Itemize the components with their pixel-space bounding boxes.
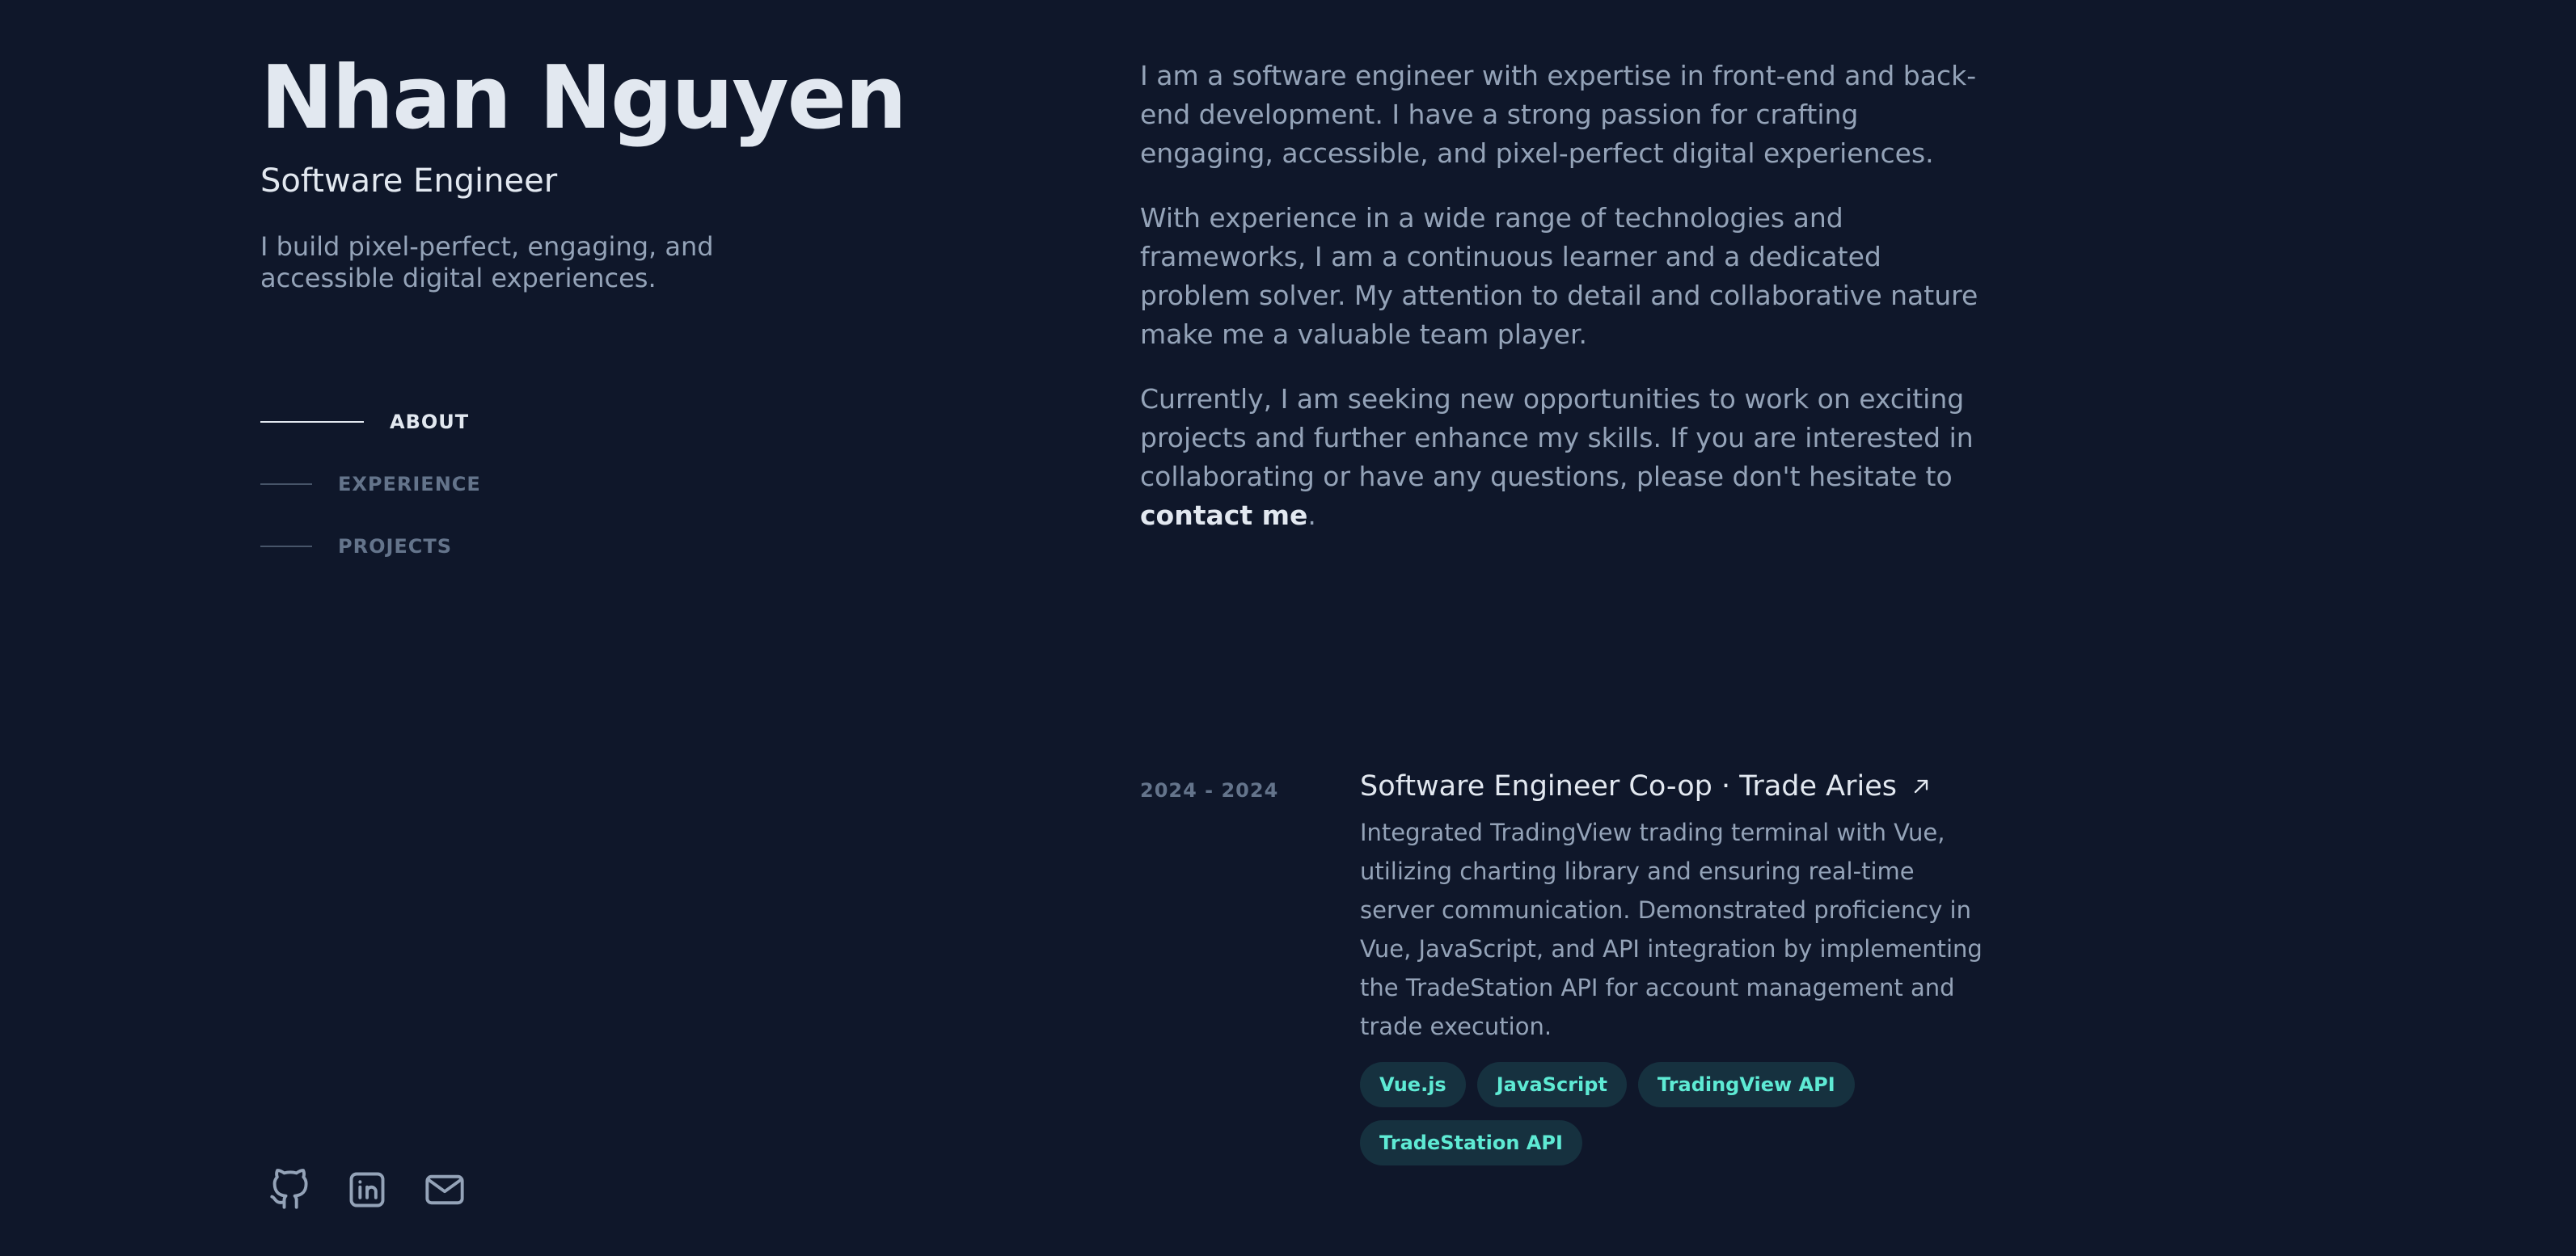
about-paragraph: With experience in a wide range of techn… <box>1140 202 1978 350</box>
tech-tag: TradeStation API <box>1360 1120 1582 1165</box>
nav-indicator-line <box>260 483 312 485</box>
experience-title: Software Engineer Co-op · Trade Aries <box>1360 770 1897 803</box>
page-title: Nhan Nguyen <box>260 48 907 149</box>
social-links <box>267 1169 500 1214</box>
about-paragraph: I am a software engineer with expertise … <box>1140 60 1977 169</box>
experience-body: Software Engineer Co-op · Trade Aries In… <box>1360 765 1991 1178</box>
arrow-up-right-icon <box>1914 779 1928 794</box>
github-link[interactable] <box>267 1169 312 1214</box>
nav-indicator-line <box>260 546 312 547</box>
tech-tags: Vue.js JavaScript TradingView API TradeS… <box>1360 1062 1942 1178</box>
about-paragraph-end: . <box>1307 499 1316 531</box>
about-section: I am a software engineer with expertise … <box>1140 57 1997 561</box>
experience-date: 2024 - 2024 <box>1140 779 1279 802</box>
tech-tag: JavaScript <box>1476 1062 1627 1107</box>
nav-item-about[interactable]: ABOUT <box>260 406 481 438</box>
nav-item-projects[interactable]: PROJECTS <box>260 530 481 563</box>
nav-item-label: EXPERIENCE <box>338 473 481 495</box>
tech-tag: Vue.js <box>1360 1062 1466 1107</box>
tech-tag: TradingView API <box>1637 1062 1855 1107</box>
contact-link[interactable]: contact me <box>1140 499 1307 531</box>
email-link[interactable] <box>422 1169 467 1214</box>
mail-icon <box>424 1169 466 1214</box>
nav-item-label: PROJECTS <box>338 535 453 558</box>
section-nav: ABOUT EXPERIENCE PROJECTS <box>260 406 481 592</box>
hero-header: Nhan Nguyen Software Engineer I build pi… <box>260 48 907 294</box>
about-paragraph-text: Currently, I am seeking new opportunitie… <box>1140 383 1974 492</box>
nav-item-experience[interactable]: EXPERIENCE <box>260 468 481 500</box>
experience-title-link[interactable]: Software Engineer Co-op · Trade Aries <box>1360 765 1991 808</box>
tagline: I build pixel-perfect, engaging, and acc… <box>260 231 714 294</box>
about-paragraph: Currently, I am seeking new opportunitie… <box>1140 380 1997 535</box>
linkedin-icon <box>346 1169 388 1214</box>
linkedin-link[interactable] <box>344 1169 390 1214</box>
github-icon <box>268 1169 310 1214</box>
nav-indicator-line <box>260 421 364 423</box>
job-title: Software Engineer <box>260 162 558 200</box>
nav-item-label: ABOUT <box>390 411 470 433</box>
experience-description: Integrated TradingView trading terminal … <box>1360 819 1983 1040</box>
